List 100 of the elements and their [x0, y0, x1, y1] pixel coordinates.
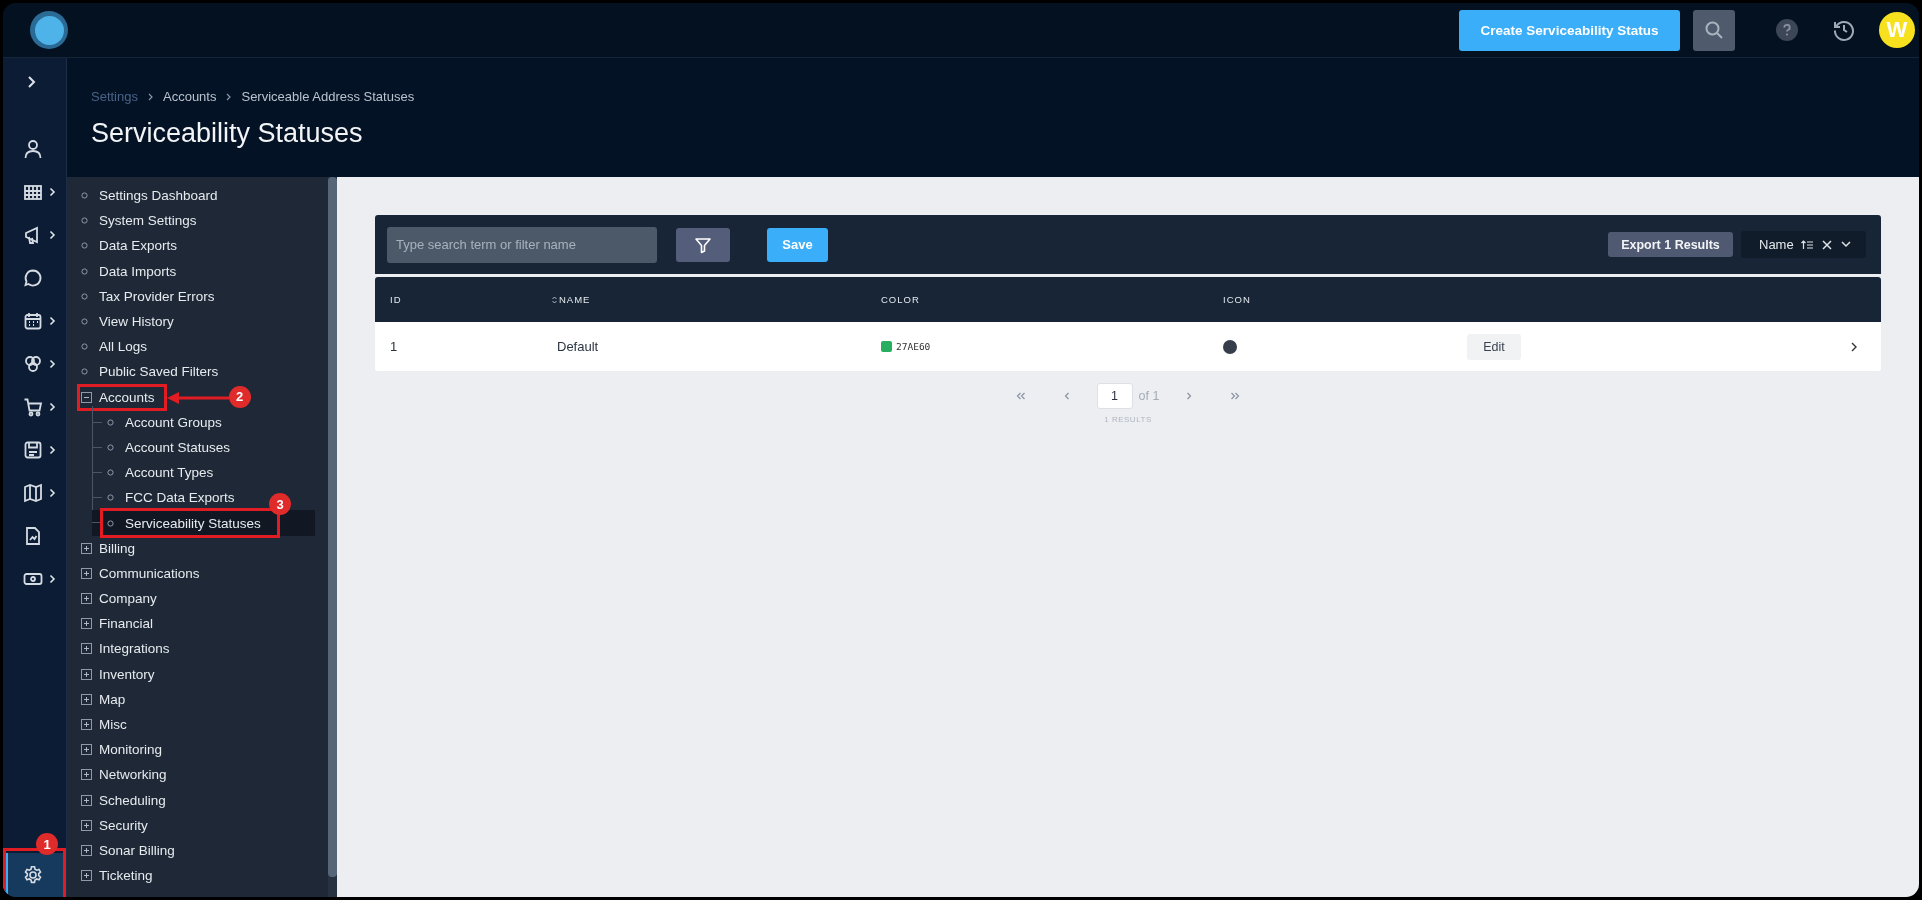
expand-icon[interactable] — [81, 819, 92, 831]
bullet-icon — [107, 469, 114, 477]
circle-icon — [1223, 339, 1237, 354]
bullet-icon — [81, 343, 88, 351]
table-cell: 1 — [390, 339, 398, 354]
bullet-icon — [81, 242, 88, 250]
step-badge: 1 — [36, 833, 58, 855]
breadcrumb-separator-icon — [226, 92, 232, 101]
tree-item[interactable]: Account Statuses — [92, 434, 315, 461]
search-field[interactable]: Type search term or filter name — [387, 226, 657, 263]
expand-icon[interactable] — [81, 542, 92, 554]
bullet-icon — [107, 418, 114, 426]
expand-icon[interactable] — [81, 794, 92, 806]
tree-item[interactable]: View History — [81, 308, 174, 335]
bullet-icon — [107, 519, 114, 527]
tree-item[interactable]: Security — [81, 812, 148, 838]
sort-selector[interactable]: Name — [1741, 231, 1866, 258]
expand-icon[interactable] — [81, 844, 92, 856]
logo-icon[interactable] — [30, 11, 68, 49]
help-icon[interactable] — [1776, 19, 1798, 41]
expand-icon[interactable] — [81, 593, 92, 605]
sort-order-icon[interactable] — [1800, 239, 1813, 250]
calendar-icon[interactable] — [23, 311, 43, 331]
table-cell: Default — [557, 339, 599, 354]
filter-button[interactable] — [676, 227, 730, 262]
page-title: Serviceability Statuses — [91, 118, 364, 149]
chevron-icon[interactable] — [49, 402, 56, 412]
expand-icon[interactable] — [81, 769, 92, 781]
chevron-icon[interactable] — [49, 359, 56, 369]
tree-item[interactable]: Misc — [81, 711, 127, 738]
tree-item[interactable]: Tax Provider Errors — [81, 283, 215, 309]
person-icon[interactable] — [23, 139, 43, 159]
page-count: of 1 — [1138, 389, 1160, 403]
tree-item[interactable]: Integrations — [81, 636, 170, 662]
tree-item[interactable]: Data Exports — [81, 233, 178, 259]
sort-icon[interactable] — [552, 295, 557, 304]
search-button[interactable] — [1693, 9, 1735, 51]
tree-item[interactable]: Company — [81, 586, 157, 612]
tree-item[interactable]: Account Types — [92, 460, 315, 486]
step-badge: 3 — [269, 493, 291, 516]
color-code: 27AE60 — [896, 341, 931, 352]
bullet-icon — [81, 318, 88, 326]
bullet-icon — [81, 192, 88, 200]
tree-item[interactable]: Map — [81, 686, 126, 712]
tree-item[interactable]: Networking — [81, 762, 167, 788]
tree-item[interactable]: All Logs — [81, 334, 148, 360]
search-icon — [1704, 20, 1724, 40]
column-header: ICON — [1223, 294, 1251, 305]
tree-item[interactable]: Sonar Billing — [81, 837, 175, 864]
expand-icon[interactable] — [81, 643, 92, 655]
tree-item[interactable]: Account Groups — [92, 409, 315, 435]
column-header[interactable]: NAME — [559, 294, 591, 305]
tree-item[interactable]: Data Imports — [81, 258, 177, 284]
breadcrumb-item: Accounts — [163, 89, 217, 104]
expand-chevron-icon[interactable] — [27, 75, 37, 89]
export-button[interactable]: Export 1 Results — [1608, 232, 1733, 257]
page-field[interactable]: 1 — [1096, 383, 1133, 409]
expand-icon[interactable] — [81, 668, 92, 680]
expand-icon[interactable] — [81, 719, 92, 731]
bullet-icon — [81, 267, 88, 275]
bullet-icon — [81, 368, 88, 376]
circles-icon[interactable] — [23, 354, 43, 374]
chat-icon[interactable] — [23, 268, 43, 288]
edit-button[interactable]: Edit — [1467, 333, 1521, 360]
expand-icon[interactable] — [81, 618, 92, 630]
chevron-icon[interactable] — [49, 445, 56, 455]
chevron-icon[interactable] — [49, 316, 56, 326]
breadcrumb-item: Serviceable Address Statuses — [241, 89, 415, 104]
collapse-icon[interactable] — [81, 391, 92, 403]
chevron-icon[interactable] — [49, 488, 56, 498]
chevron-icon[interactable] — [49, 574, 56, 584]
tree-item[interactable]: Serviceability Statuses — [92, 510, 315, 536]
chart-document-icon[interactable] — [23, 526, 43, 546]
expand-icon[interactable] — [81, 870, 92, 882]
map-icon[interactable] — [23, 483, 43, 503]
tree-item[interactable]: Financial — [81, 611, 154, 637]
tree-item[interactable]: Scheduling — [81, 787, 166, 813]
tree-item[interactable]: Communications — [81, 560, 200, 586]
bullet-icon — [81, 217, 88, 225]
clear-icon[interactable] — [1821, 239, 1832, 250]
chevron-icon[interactable] — [49, 230, 56, 240]
tree-item[interactable]: System Settings — [81, 208, 197, 234]
expand-icon[interactable] — [81, 744, 92, 756]
tree-item[interactable]: Settings Dashboard — [81, 183, 218, 209]
dropdown-caret-icon[interactable] — [1840, 241, 1851, 248]
expand-icon[interactable] — [81, 567, 92, 579]
cart-icon[interactable] — [23, 397, 43, 417]
tree-item[interactable]: Public Saved Filters — [81, 359, 219, 385]
chevron-icon[interactable] — [49, 187, 56, 197]
history-icon[interactable] — [1832, 18, 1856, 42]
row-chevron-icon[interactable] — [1851, 341, 1857, 352]
grid-icon[interactable] — [23, 182, 43, 202]
tree-item[interactable]: Inventory — [81, 661, 155, 687]
tree-item[interactable]: Accounts — [81, 384, 155, 410]
bullet-icon — [107, 443, 114, 451]
expand-icon[interactable] — [81, 693, 92, 705]
tree-item[interactable]: Ticketing — [81, 863, 153, 889]
tree-item[interactable]: Monitoring — [81, 737, 163, 763]
scrollbar[interactable] — [328, 177, 337, 897]
tree-item[interactable]: Billing — [81, 535, 136, 561]
